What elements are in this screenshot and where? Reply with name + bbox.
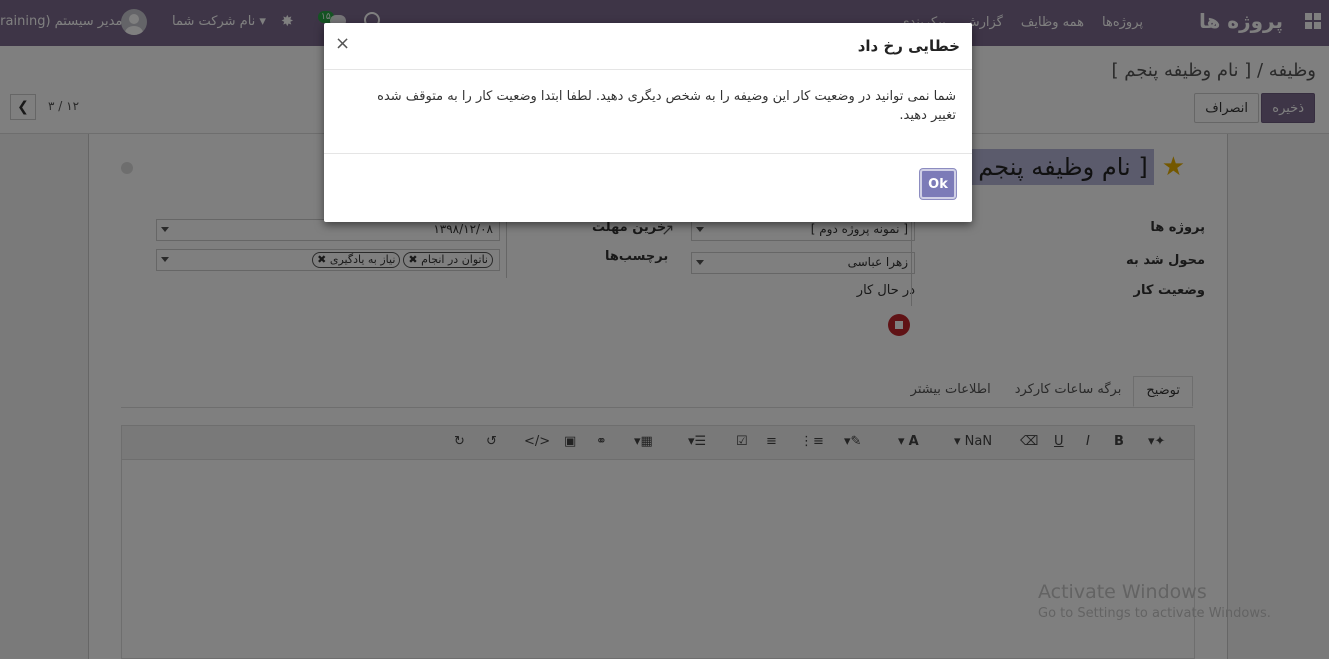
dialog-title: خطایی رخ داد (857, 37, 960, 55)
ok-button[interactable]: Ok (920, 169, 956, 199)
dialog-footer: Ok (324, 153, 972, 222)
close-icon[interactable]: × (335, 33, 350, 54)
dialog-header: خطایی رخ داد × (324, 23, 972, 70)
dialog-message: شما نمی توانید در وضعیت کار این وضیفه را… (377, 89, 956, 123)
error-dialog: خطایی رخ داد × شما نمی توانید در وضعیت ک… (324, 23, 972, 222)
